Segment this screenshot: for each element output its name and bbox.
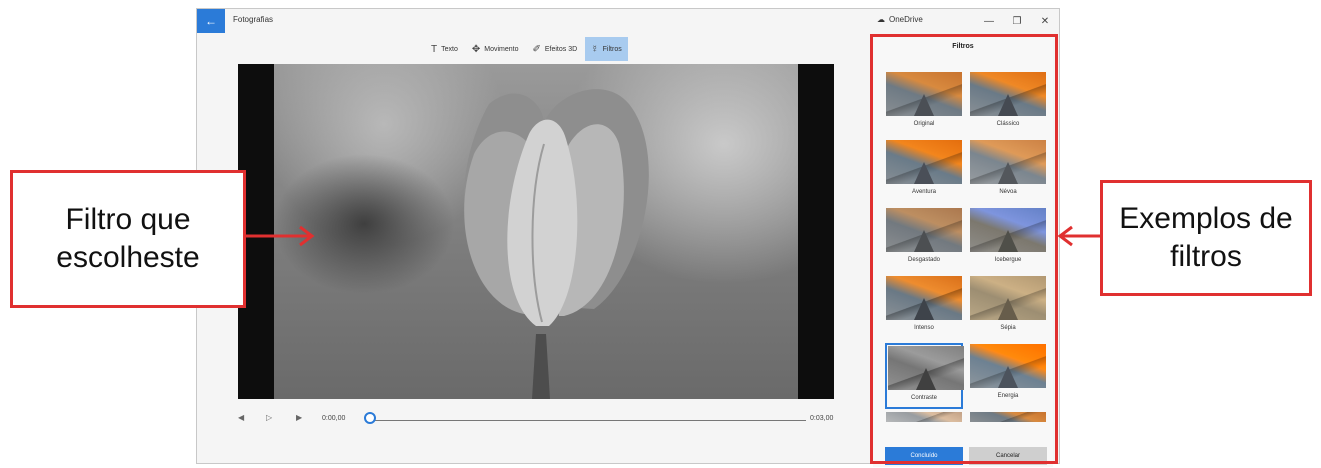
cloud-icon: ☁ (877, 15, 885, 24)
callout-text: Exemplos de filtros (1119, 202, 1293, 273)
tab-label: Texto (441, 45, 458, 53)
tab-label: Movimento (484, 45, 519, 53)
window-controls: — ❐ ✕ (975, 9, 1059, 33)
callout-text: Filtro que escolheste (56, 203, 200, 274)
tulip-image (463, 89, 649, 399)
app-title: Fotografias (233, 15, 274, 24)
previous-icon[interactable]: ◀ (238, 413, 244, 422)
close-button[interactable]: ✕ (1031, 9, 1059, 33)
tab-texto[interactable]: T Texto (425, 37, 464, 61)
playback-bar: ◀ ▷ ▶ 0:00,00 0:03,00 (238, 409, 858, 433)
move-icon: ✥ (471, 43, 481, 55)
text-icon: T (431, 43, 438, 55)
tulip-photo (274, 64, 798, 399)
current-time: 0:00,00 (322, 415, 346, 422)
onedrive-label: OneDrive (889, 15, 923, 24)
filter-icon: ☿ (591, 43, 599, 55)
tab-label: Filtros (602, 45, 622, 53)
end-time: 0:03,00 (810, 415, 834, 422)
back-arrow-icon: ← (205, 14, 217, 28)
tab-efeitos-3d[interactable]: ✐ Efeitos 3D (526, 37, 583, 61)
play-icon[interactable]: ▷ (266, 413, 272, 422)
callout-arrow-right (246, 225, 315, 247)
title-bar: ← Fotografias ☁ OneDrive — ❐ ✕ (197, 9, 1059, 33)
timeline-track[interactable] (372, 420, 806, 421)
back-button[interactable]: ← (197, 9, 225, 33)
timeline-scrubber[interactable] (364, 412, 376, 424)
tab-filtros[interactable]: ☿ Filtros (585, 37, 628, 61)
tab-label: Efeitos 3D (544, 45, 578, 53)
minimize-button[interactable]: — (975, 9, 1003, 33)
chosen-filter-callout: Filtro que escolheste (10, 170, 246, 308)
editor-toolbar: T Texto ✥ Movimento ✐ Efeitos 3D ☿ Filtr… (425, 37, 628, 61)
brush-icon: ✐ (532, 43, 541, 55)
restore-button[interactable]: ❐ (1003, 9, 1031, 33)
filters-highlight-frame (870, 34, 1058, 464)
video-preview (238, 64, 834, 399)
filter-examples-callout: Exemplos de filtros (1100, 180, 1312, 296)
next-icon[interactable]: ▶ (296, 413, 302, 422)
tab-movimento[interactable]: ✥ Movimento (466, 37, 525, 61)
callout-arrow-left (1058, 225, 1102, 247)
onedrive-button[interactable]: ☁ OneDrive (877, 15, 923, 24)
